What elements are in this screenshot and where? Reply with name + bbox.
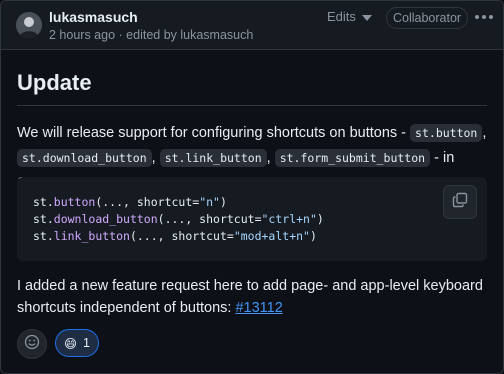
inline-code: st.button — [410, 124, 483, 142]
timestamp[interactable]: 2 hours ago — [49, 28, 115, 42]
reaction-smile[interactable]: 😄 1 — [55, 329, 99, 357]
comment-header: lukasmasuch 2 hours ago · edited by luka… — [1, 1, 503, 50]
copy-button[interactable] — [443, 185, 477, 219]
comment-heading: Update — [17, 70, 92, 95]
edits-label: Edits — [327, 9, 356, 24]
avatar[interactable] — [16, 12, 42, 38]
code-line: st.button(..., shortcut="n") — [33, 195, 227, 209]
intro-text: We will release support for configuring … — [17, 125, 411, 141]
triangle-down-icon — [361, 9, 372, 24]
edits-dropdown[interactable]: Edits — [327, 9, 372, 24]
reaction-count: 1 — [83, 336, 90, 350]
comment-card: lukasmasuch 2 hours ago · edited by luka… — [0, 0, 504, 374]
comment-meta: 2 hours ago · edited by lukasmasuch — [49, 28, 253, 42]
collaborator-badge: Collaborator — [386, 7, 469, 29]
add-reaction-button[interactable] — [17, 329, 47, 359]
code-block: st.button(..., shortcut="n") st.download… — [17, 177, 487, 261]
author-name[interactable]: lukasmasuch — [49, 9, 138, 25]
code-line: st.link_button(..., shortcut="mod+alt+n"… — [33, 229, 317, 243]
outro-paragraph: I added a new feature request here to ad… — [17, 275, 489, 319]
meta-separator: · — [118, 28, 123, 42]
issue-link[interactable]: #13112 — [235, 300, 282, 316]
inline-code: st.form_submit_button — [274, 149, 431, 167]
kebab-icon[interactable] — [471, 7, 497, 27]
inline-code: st.link_button — [159, 149, 267, 167]
code-content: st.button(..., shortcut="n") st.download… — [33, 194, 324, 245]
edited-by: edited by lukasmasuch — [126, 28, 254, 42]
smiley-icon — [24, 334, 40, 355]
copy-icon — [452, 192, 468, 213]
reactions-bar: 😄 1 — [17, 329, 99, 359]
heading-divider — [17, 105, 487, 106]
inline-code: st.download_button — [17, 149, 152, 167]
reaction-emoji: 😄 — [64, 336, 78, 351]
code-line: st.download_button(..., shortcut="ctrl+n… — [33, 212, 324, 226]
